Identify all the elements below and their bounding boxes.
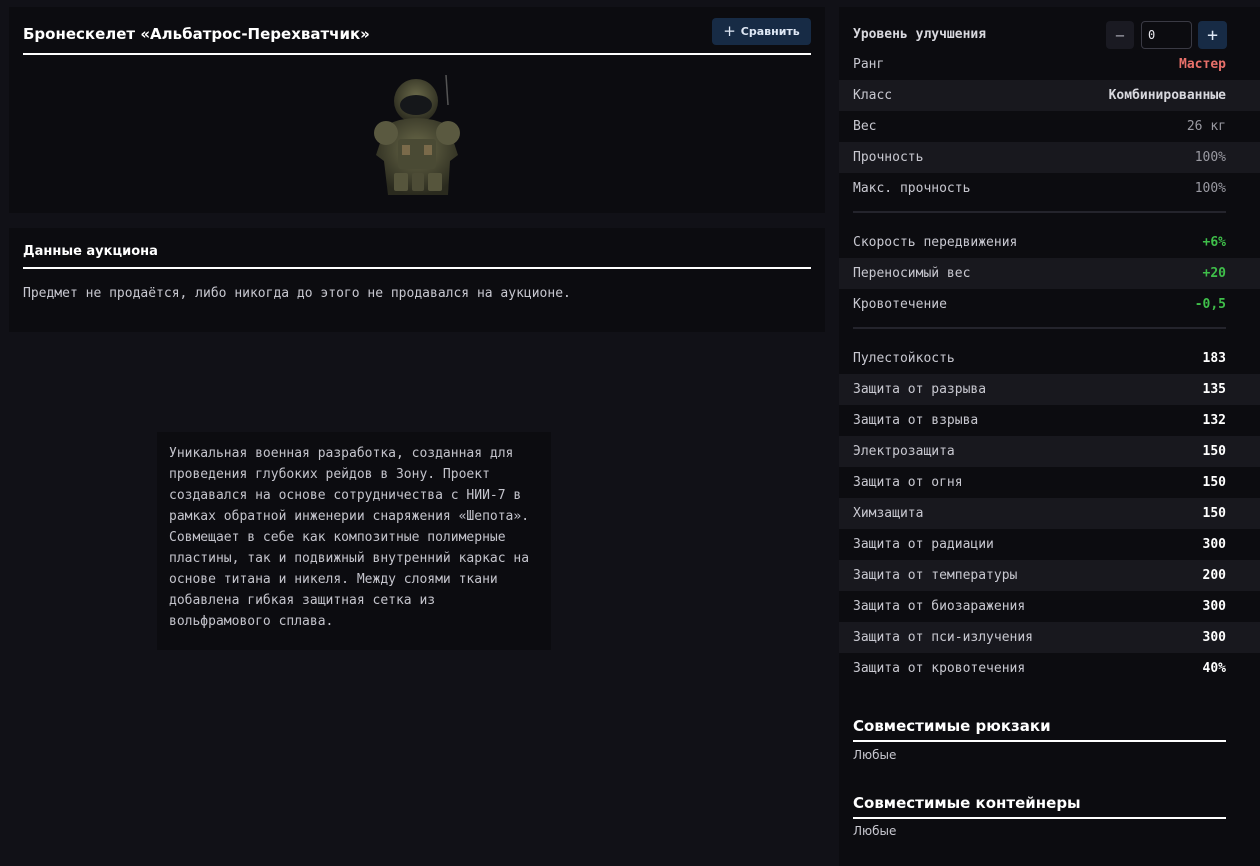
stat-label: Вес — [853, 119, 877, 134]
stat-value: 26 кг — [1186, 119, 1226, 134]
stat-label: Защита от огня — [853, 475, 963, 490]
stat-row-psi-protection: Защита от пси-излучения 300 — [839, 622, 1260, 653]
stat-value: -0,5 — [1194, 297, 1226, 312]
stat-label: Пулестойкость — [853, 351, 955, 366]
stat-row-class: Класс Комбинированные — [839, 80, 1260, 111]
stat-label: Класс — [853, 88, 893, 103]
upgrade-level-label: Уровень улучшения — [853, 27, 987, 42]
auction-title: Данные аукциона — [23, 243, 811, 269]
auction-status-text: Предмет не продаётся, либо никогда до эт… — [23, 286, 571, 301]
stat-row-electro-protection: Электрозащита 150 — [839, 436, 1260, 467]
upgrade-level-row: Уровень улучшения − + — [853, 21, 1246, 49]
stat-label: Защита от кровотечения — [853, 661, 1026, 676]
divider — [853, 211, 1226, 213]
stat-value: 135 — [1202, 382, 1226, 397]
stat-row-max-durability: Макс. прочность 100% — [839, 173, 1260, 204]
stat-row-bio-protection: Защита от биозаражения 300 — [839, 591, 1260, 622]
stat-value: Мастер — [1179, 57, 1226, 72]
plus-icon: + — [1207, 24, 1218, 46]
compatible-containers-value: Любые — [853, 824, 897, 838]
stat-value: 150 — [1202, 475, 1226, 490]
stat-row-move-speed: Скорость передвижения +6% — [839, 227, 1260, 258]
stat-row-bullet-resistance: Пулестойкость 183 — [839, 343, 1260, 374]
stat-row-durability: Прочность 100% — [839, 142, 1260, 173]
stat-label: Кровотечение — [853, 297, 947, 312]
stat-label: Защита от радиации — [853, 537, 994, 552]
stat-label: Прочность — [853, 150, 924, 165]
stat-value: 150 — [1202, 506, 1226, 521]
stat-row-fire-protection: Защита от огня 150 — [839, 467, 1260, 498]
stat-label: Химзащита — [853, 506, 924, 521]
stat-value: +6% — [1202, 235, 1226, 250]
item-title: Бронескелет «Альбатрос-Перехватчик» — [23, 21, 811, 55]
compare-label: Сравнить — [740, 25, 800, 38]
stat-value: 150 — [1202, 444, 1226, 459]
stat-label: Ранг — [853, 57, 885, 72]
compatible-containers-title: Совместимые контейнеры — [853, 793, 1226, 819]
stat-row-tear-protection: Защита от разрыва 135 — [839, 374, 1260, 405]
armor-suit-image — [374, 74, 460, 195]
stat-row-bleeding-protection: Защита от кровотечения 40% — [839, 653, 1260, 684]
stat-value: 200 — [1202, 568, 1226, 583]
stat-value: 100% — [1194, 150, 1226, 165]
item-panel: Бронескелет «Альбатрос-Перехватчик» + Ср… — [9, 7, 825, 213]
compatible-backpacks-title: Совместимые рюкзаки — [853, 716, 1226, 742]
stat-value: 183 — [1202, 351, 1226, 366]
stat-row-chem-protection: Химзащита 150 — [839, 498, 1260, 529]
stats-panel: Уровень улучшения − + Ранг Мастер Класс … — [839, 7, 1260, 866]
stat-value: 132 — [1202, 413, 1226, 428]
stat-row-explosion-protection: Защита от взрыва 132 — [839, 405, 1260, 436]
stat-value: 300 — [1202, 630, 1226, 645]
stat-label: Скорость передвижения — [853, 235, 1018, 250]
stat-row-rank: Ранг Мастер — [839, 49, 1260, 80]
item-description: Уникальная военная разработка, созданная… — [157, 432, 551, 650]
stat-label: Макс. прочность — [853, 181, 971, 196]
stat-value: 40% — [1202, 661, 1226, 676]
stat-row-radiation-protection: Защита от радиации 300 — [839, 529, 1260, 560]
decrease-level-button[interactable]: − — [1106, 21, 1134, 49]
stat-label: Защита от биозаражения — [853, 599, 1026, 614]
upgrade-level-input[interactable] — [1141, 21, 1192, 49]
stat-value: +20 — [1202, 266, 1226, 281]
auction-panel: Данные аукциона Предмет не продаётся, ли… — [9, 228, 825, 332]
divider — [853, 327, 1226, 329]
stat-label: Защита от разрыва — [853, 382, 987, 397]
stat-label: Защита от взрыва — [853, 413, 979, 428]
stat-label: Электрозащита — [853, 444, 955, 459]
stat-row-bleeding: Кровотечение -0,5 — [839, 289, 1260, 320]
stat-value: 300 — [1202, 599, 1226, 614]
stat-value: 100% — [1194, 181, 1226, 196]
stat-row-temperature-protection: Защита от температуры 200 — [839, 560, 1260, 591]
stat-label: Защита от температуры — [853, 568, 1018, 583]
stat-value: Комбинированные — [1108, 88, 1226, 103]
compatible-backpacks-value: Любые — [853, 748, 897, 762]
increase-level-button[interactable]: + — [1198, 21, 1227, 49]
stat-row-weight: Вес 26 кг — [839, 111, 1260, 142]
stat-label: Переносимый вес — [853, 266, 971, 281]
compare-button[interactable]: + Сравнить — [712, 18, 811, 45]
stat-value: 300 — [1202, 537, 1226, 552]
minus-icon: − — [1115, 25, 1125, 45]
stat-label: Защита от пси-излучения — [853, 630, 1034, 645]
stat-row-carry-weight: Переносимый вес +20 — [839, 258, 1260, 289]
plus-icon: + — [723, 22, 736, 40]
